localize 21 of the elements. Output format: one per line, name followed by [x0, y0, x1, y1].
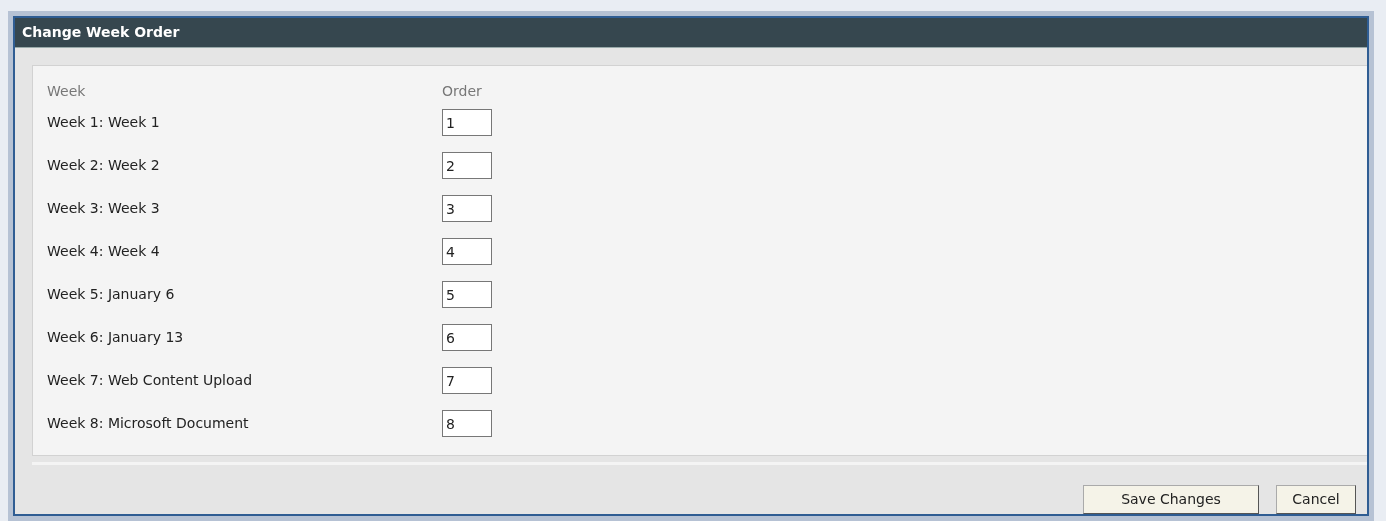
column-header: Week	[47, 81, 87, 101]
week-label: Week 8: Microsoft Document	[47, 414, 250, 433]
cancel-button[interactable]: Cancel	[1276, 485, 1356, 514]
week-label: Week 2: Week 2	[47, 156, 161, 175]
order-input[interactable]: 6	[442, 324, 492, 351]
column-header: Order	[442, 81, 482, 101]
order-input[interactable]: 8	[442, 410, 492, 437]
order-input[interactable]: 1	[442, 109, 492, 136]
order-input[interactable]: 4	[442, 238, 492, 265]
order-input[interactable]: 2	[442, 152, 492, 179]
order-input[interactable]: 3	[442, 195, 492, 222]
week-label: Week 7: Web Content Upload	[47, 371, 254, 390]
order-input[interactable]: 5	[442, 281, 492, 308]
week-label: Week 4: Week 4	[47, 242, 161, 261]
week-label: Week 3: Week 3	[47, 199, 161, 218]
week-label: Week 6: January 13	[47, 328, 185, 347]
week-label: Week 1: Week 1	[47, 113, 161, 132]
order-input[interactable]: 7	[442, 367, 492, 394]
save-button[interactable]: Save Changes	[1083, 485, 1259, 514]
window-title: Change Week Order	[15, 18, 1367, 48]
week-label: Week 5: January 6	[47, 285, 176, 304]
